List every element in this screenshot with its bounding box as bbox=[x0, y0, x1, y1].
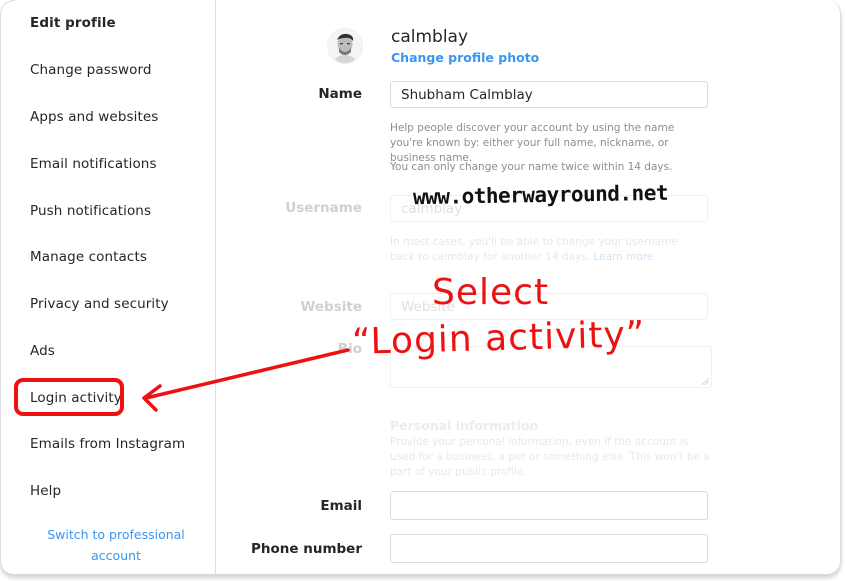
resize-grip-icon[interactable] bbox=[701, 377, 709, 385]
user-avatar-icon bbox=[328, 29, 362, 63]
settings-sidebar: Edit profile Change password Apps and we… bbox=[0, 0, 216, 574]
sidebar-item-edit-profile[interactable]: Edit profile bbox=[30, 15, 116, 31]
email-label: Email bbox=[320, 498, 362, 514]
sidebar-item-email-notifications[interactable]: Email notifications bbox=[30, 156, 157, 172]
name-change-limit-text: You can only change your name twice with… bbox=[390, 161, 673, 173]
sidebar-item-manage-contacts[interactable]: Manage contacts bbox=[30, 249, 147, 265]
username-label: Username bbox=[285, 200, 362, 216]
personal-information-help: Provide your personal information, even … bbox=[390, 436, 710, 478]
bio-label: Bio bbox=[337, 341, 362, 357]
personal-information-title: Personal information bbox=[390, 418, 539, 433]
sidebar-item-privacy-security[interactable]: Privacy and security bbox=[30, 296, 169, 312]
sidebar-item-apps-websites[interactable]: Apps and websites bbox=[30, 109, 158, 125]
name-label: Name bbox=[318, 86, 362, 102]
email-input[interactable] bbox=[390, 491, 708, 520]
phone-label: Phone number bbox=[250, 541, 362, 557]
name-input[interactable]: Shubham Calmblay bbox=[390, 81, 708, 108]
switch-to-professional-link[interactable]: Switch to professional account bbox=[30, 524, 202, 566]
sidebar-item-push-notifications[interactable]: Push notifications bbox=[30, 203, 151, 219]
username-help-text: In most cases, you'll be able to change … bbox=[390, 235, 700, 265]
profile-username: calmblay bbox=[391, 27, 469, 47]
phone-input[interactable] bbox=[390, 534, 708, 563]
annotation-login-activity: “Login activity” bbox=[351, 314, 646, 363]
sidebar-item-emails-from-instagram[interactable]: Emails from Instagram bbox=[30, 436, 185, 452]
watermark-text: www.otherwayround.net bbox=[412, 180, 669, 210]
sidebar-item-ads[interactable]: Ads bbox=[30, 343, 55, 359]
change-profile-photo-link[interactable]: Change profile photo bbox=[391, 50, 539, 65]
profile-avatar[interactable] bbox=[327, 28, 363, 64]
sidebar-item-change-password[interactable]: Change password bbox=[30, 62, 152, 78]
sidebar-item-help[interactable]: Help bbox=[30, 483, 61, 499]
website-label: Website bbox=[300, 299, 362, 315]
learn-more-link[interactable]: Learn more bbox=[593, 251, 653, 263]
annotation-select: Select bbox=[432, 272, 550, 313]
highlight-box bbox=[14, 378, 124, 416]
